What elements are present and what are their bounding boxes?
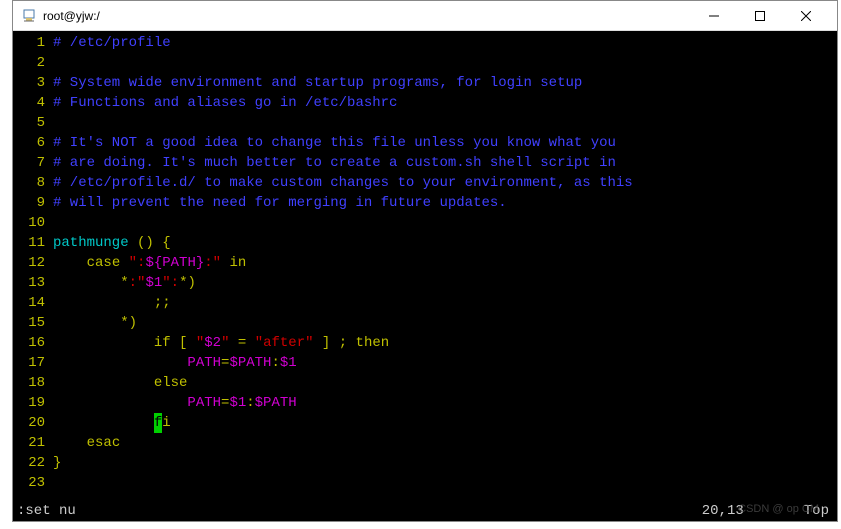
line-number: 1 xyxy=(17,33,45,53)
code-line: 3# System wide environment and startup p… xyxy=(17,73,833,93)
titlebar[interactable]: root@yjw:/ xyxy=(13,1,837,31)
code-line: 12 case ":${PATH}:" in xyxy=(17,253,833,273)
code-line: 15 *) xyxy=(17,313,833,333)
line-number: 11 xyxy=(17,233,45,253)
code-line: 17 PATH=$PATH:$1 xyxy=(17,353,833,373)
code-line: 8# /etc/profile.d/ to make custom change… xyxy=(17,173,833,193)
code-line: 22} xyxy=(17,453,833,473)
line-number: 16 xyxy=(17,333,45,353)
window-controls xyxy=(691,2,829,30)
code-line: 23 xyxy=(17,473,833,493)
line-number: 6 xyxy=(17,133,45,153)
line-number: 18 xyxy=(17,373,45,393)
line-number: 12 xyxy=(17,253,45,273)
code-line: 6# It's NOT a good idea to change this f… xyxy=(17,133,833,153)
line-number: 9 xyxy=(17,193,45,213)
minimize-button[interactable] xyxy=(691,2,737,30)
line-number: 15 xyxy=(17,313,45,333)
line-number: 20 xyxy=(17,413,45,433)
watermark: CSDN @ op CM xyxy=(738,499,819,519)
terminal-content[interactable]: 1# /etc/profile23# System wide environme… xyxy=(13,31,837,521)
line-number: 4 xyxy=(17,93,45,113)
code-line: 21 esac xyxy=(17,433,833,453)
line-number: 7 xyxy=(17,153,45,173)
vim-statusbar: :set nu 20,13 Top xyxy=(13,501,837,521)
code-line: 20 fi xyxy=(17,413,833,433)
line-number: 10 xyxy=(17,213,45,233)
line-number: 19 xyxy=(17,393,45,413)
line-number: 13 xyxy=(17,273,45,293)
code-line: 16 if [ "$2" = "after" ] ; then xyxy=(17,333,833,353)
code-line: 14 ;; xyxy=(17,293,833,313)
line-number: 23 xyxy=(17,473,45,493)
line-number: 5 xyxy=(17,113,45,133)
code-line: 19 PATH=$1:$PATH xyxy=(17,393,833,413)
line-number: 22 xyxy=(17,453,45,473)
code-line: 2 xyxy=(17,53,833,73)
line-number: 3 xyxy=(17,73,45,93)
code-line: 11pathmunge () { xyxy=(17,233,833,253)
code-line: 4# Functions and aliases go in /etc/bash… xyxy=(17,93,833,113)
line-number: 17 xyxy=(17,353,45,373)
code-line: 5 xyxy=(17,113,833,133)
code-line: 18 else xyxy=(17,373,833,393)
code-line: 9# will prevent the need for merging in … xyxy=(17,193,833,213)
line-number: 21 xyxy=(17,433,45,453)
terminal-window: root@yjw:/ 1# /etc/profile23# System wid… xyxy=(12,0,838,522)
code-line: 13 *:"$1":*) xyxy=(17,273,833,293)
line-number: 2 xyxy=(17,53,45,73)
close-button[interactable] xyxy=(783,2,829,30)
app-icon xyxy=(21,8,37,24)
line-number: 8 xyxy=(17,173,45,193)
code-line: 1# /etc/profile xyxy=(17,33,833,53)
code-line: 10 xyxy=(17,213,833,233)
vim-command: :set nu xyxy=(17,501,702,521)
code-line: 7# are doing. It's much better to create… xyxy=(17,153,833,173)
line-number: 14 xyxy=(17,293,45,313)
maximize-button[interactable] xyxy=(737,2,783,30)
window-title: root@yjw:/ xyxy=(43,9,691,23)
